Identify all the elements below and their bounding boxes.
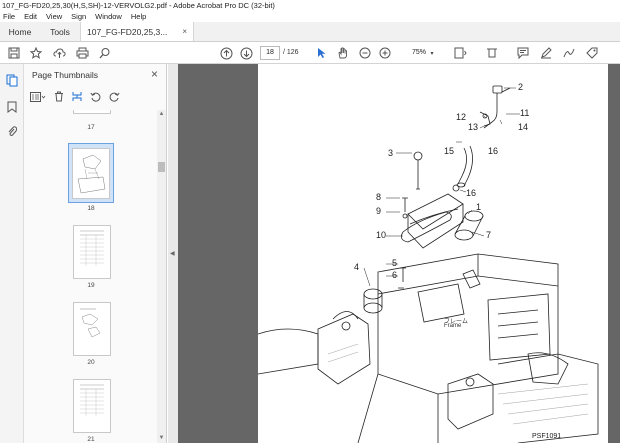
panel-close-icon[interactable]: ×	[151, 67, 158, 81]
scroll-mode-icon[interactable]	[484, 45, 500, 61]
window-title: 107_FG-FD20,25,30(H,S,SH)-12-VERVOLG2.pd…	[0, 0, 620, 11]
bookmark-star-icon[interactable]	[28, 45, 44, 61]
page-thumbnail-label: 18	[87, 205, 95, 212]
callout-number: 13	[468, 122, 479, 132]
page-thumbnail-label: 19	[87, 282, 95, 289]
select-cursor-icon[interactable]	[315, 45, 329, 61]
extract-pages-icon[interactable]	[72, 89, 82, 107]
callout-number: 3	[388, 148, 394, 158]
callout-number: 1	[476, 202, 482, 212]
callout-number: 8	[376, 192, 382, 202]
fit-page-icon[interactable]	[451, 45, 469, 61]
main-toolbar: 18 / 126 75% ▾	[0, 42, 620, 64]
thumbnail-scrollbar[interactable]: ▲ ▼	[157, 110, 166, 443]
tab-home[interactable]: Home	[0, 22, 40, 41]
callout-number: 9	[376, 206, 382, 216]
scroll-down-arrow-icon[interactable]: ▼	[158, 435, 165, 442]
callout-number: 14	[518, 122, 529, 132]
menu-sign[interactable]: Sign	[71, 11, 86, 22]
callout-number: 15	[444, 146, 455, 156]
callout-number: 4	[354, 262, 360, 272]
search-icon[interactable]	[97, 45, 113, 61]
page-thumbnail-21[interactable]	[73, 379, 111, 433]
callout-number: 12	[456, 112, 467, 122]
callout-number: 10	[376, 230, 387, 240]
page-thumbnail-label: 21	[87, 436, 95, 443]
left-navigation-strip	[0, 64, 24, 443]
delete-trash-icon[interactable]	[54, 89, 64, 107]
menu-window[interactable]: Window	[95, 11, 122, 22]
bookmarks-icon[interactable]	[7, 100, 17, 118]
callout-number: 11	[520, 108, 530, 118]
tab-document-label: 107_FG-FD20,25,3...	[87, 26, 168, 37]
scroll-up-arrow-icon[interactable]: ▲	[158, 111, 165, 118]
menu-bar: File Edit View Sign Window Help	[0, 11, 620, 22]
panel-collapse-handle[interactable]: ◀	[168, 64, 178, 443]
page-thumbnail-19[interactable]	[73, 225, 111, 279]
page-thumbnail-18[interactable]	[72, 148, 110, 199]
tab-document[interactable]: 107_FG-FD20,25,3... ×	[80, 22, 194, 41]
tab-tools[interactable]: Tools	[40, 22, 80, 41]
callout-number: 5	[392, 258, 398, 268]
thumbnail-options-icon[interactable]	[30, 89, 46, 107]
zoom-in-icon[interactable]	[378, 45, 392, 61]
pdf-page: 2 11 12 13 14 16 3 15 16 8 9 1 10 7 4 5 …	[258, 64, 608, 443]
upload-cloud-icon[interactable]	[51, 45, 67, 61]
menu-edit[interactable]: Edit	[24, 11, 37, 22]
page-count: / 126	[283, 49, 299, 56]
callout-number: 6	[392, 270, 398, 280]
print-icon[interactable]	[74, 45, 90, 61]
previous-page-icon[interactable]	[218, 45, 234, 61]
next-page-icon[interactable]	[238, 45, 254, 61]
stamp-tag-icon[interactable]	[584, 45, 600, 61]
thumbnail-list: 17 18 19 20 21	[24, 110, 158, 443]
callout-number: 7	[486, 230, 492, 240]
rotate-counterclockwise-icon[interactable]	[90, 89, 101, 107]
page-thumbnail-label: 20	[87, 359, 95, 366]
save-icon[interactable]	[6, 45, 22, 61]
attachments-paperclip-icon[interactable]	[7, 124, 18, 142]
rotate-clockwise-icon[interactable]	[109, 89, 120, 107]
hand-tool-icon[interactable]	[336, 45, 350, 61]
panel-title: Page Thumbnails	[32, 70, 98, 80]
page-thumbnail-20[interactable]	[73, 302, 111, 356]
page-thumbnail-17[interactable]	[73, 110, 111, 114]
scrollbar-thumb[interactable]	[158, 162, 165, 172]
page-number-input[interactable]: 18	[260, 46, 280, 60]
highlight-pen-icon[interactable]	[538, 45, 554, 61]
page-thumbnails-panel: Page Thumbnails × 17 18 19 20 21 ▲ ▼	[24, 64, 167, 443]
page-thumbnail-label: 17	[87, 124, 95, 131]
draw-icon[interactable]	[561, 45, 577, 61]
zoom-dropdown-chevron-icon[interactable]: ▾	[426, 45, 438, 61]
page-thumbnails-icon[interactable]	[6, 74, 18, 92]
menu-file[interactable]: File	[3, 11, 15, 22]
callout-number: 2	[518, 82, 524, 92]
figure-code: PSF1091	[532, 433, 562, 440]
menu-view[interactable]: View	[46, 11, 62, 22]
zoom-out-icon[interactable]	[358, 45, 372, 61]
comment-icon[interactable]	[515, 45, 531, 61]
tab-close-icon[interactable]: ×	[182, 27, 187, 36]
callout-number: 16	[488, 146, 499, 156]
collapse-left-arrow-icon[interactable]: ◀	[170, 250, 175, 257]
frame-label: Frame	[444, 323, 462, 329]
tab-bar: Home Tools 107_FG-FD20,25,3... ×	[0, 22, 620, 42]
panel-toolbar	[30, 90, 120, 106]
menu-help[interactable]: Help	[131, 11, 146, 22]
callout-number: 16	[466, 188, 477, 198]
exploded-parts-diagram	[258, 85, 599, 443]
document-viewer[interactable]: 2 11 12 13 14 16 3 15 16 8 9 1 10 7 4 5 …	[178, 64, 620, 443]
